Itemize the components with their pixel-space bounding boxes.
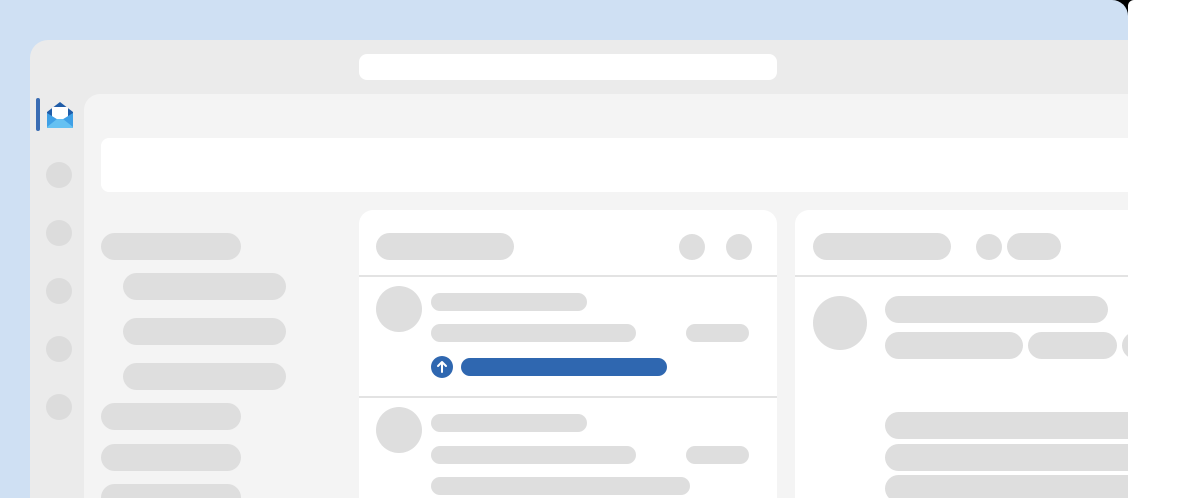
list-header-divider [359,275,777,277]
rail-item-placeholder[interactable] [46,220,72,246]
main-content-area [84,94,1128,498]
message-body-line-placeholder [885,412,1128,439]
edge-strip [1128,0,1200,498]
rail-item-placeholder[interactable] [46,394,72,420]
reading-pane [795,210,1128,498]
subject-placeholder [431,446,636,464]
avatar [376,407,422,453]
folder-item-placeholder[interactable] [101,403,241,430]
avatar [376,286,422,332]
message-list-panel [359,210,777,498]
arrow-up-icon [431,356,453,378]
rail-item-placeholder[interactable] [46,336,72,362]
recipient-chip-placeholder[interactable] [1028,332,1117,359]
list-action-button-placeholder[interactable] [726,234,752,260]
sender-placeholder [431,414,587,432]
folder-item-placeholder[interactable] [123,318,286,345]
app-window [30,40,1128,498]
recipient-chip-placeholder[interactable] [885,332,1023,359]
rail-selected-indicator [36,98,40,131]
reading-action-button-placeholder[interactable] [976,234,1002,260]
rail-item-placeholder[interactable] [46,162,72,188]
preview-placeholder [431,477,690,495]
command-bar [101,138,1128,192]
recipient-chip-placeholder[interactable] [1122,332,1128,359]
date-placeholder [686,446,749,464]
list-item-divider [359,396,777,398]
mail-open-envelope-icon[interactable] [44,100,76,130]
date-placeholder [686,324,749,342]
folder-item-placeholder[interactable] [101,444,241,471]
message-body-line-placeholder [885,444,1128,471]
rail-item-placeholder[interactable] [46,278,72,304]
reading-header-divider [795,275,1128,277]
list-header-title-placeholder [376,233,514,260]
reading-header-title-placeholder [813,233,951,260]
message-body-line-placeholder [885,475,1128,498]
sender-placeholder [431,293,587,311]
folder-item-placeholder[interactable] [123,273,286,300]
subject-placeholder [431,324,636,342]
reading-action-button-placeholder[interactable] [1007,233,1061,260]
screenshot-stage [0,0,1200,498]
folder-item-placeholder[interactable] [101,484,241,498]
folder-item-placeholder[interactable] [101,233,241,260]
sender-name-placeholder [885,296,1108,323]
upload-progress-bar [461,358,667,376]
list-action-button-placeholder[interactable] [679,234,705,260]
avatar [813,296,867,350]
title-bar-search-box[interactable] [359,54,777,80]
folder-item-placeholder[interactable] [123,363,286,390]
